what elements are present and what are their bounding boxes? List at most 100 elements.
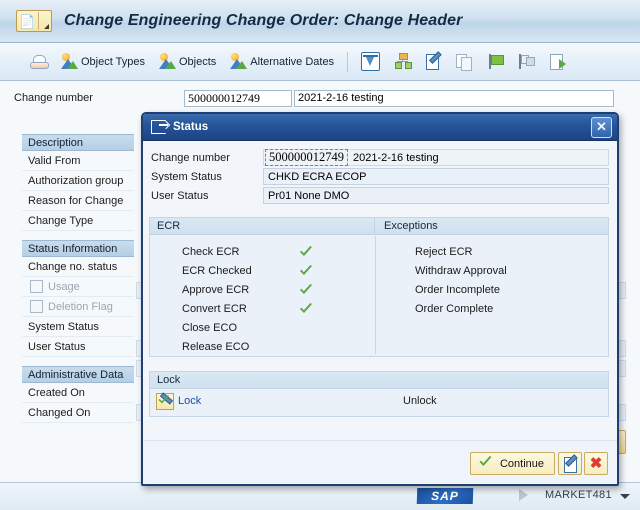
note-edit-icon: [425, 53, 442, 70]
toolbar-button-object-types[interactable]: Object Types: [55, 47, 151, 77]
toolbar-label-object-types: Object Types: [81, 55, 145, 68]
page-title: Change Engineering Change Order: Change …: [64, 12, 463, 29]
toolbar-button-hierarchy[interactable]: [388, 47, 417, 77]
green-flag-icon: [487, 53, 505, 70]
exception-item-reject-ecr[interactable]: Reject ECR: [375, 242, 608, 261]
group-header-exceptions: Exceptions: [384, 220, 438, 232]
toolbar-button-green-flag[interactable]: [481, 47, 510, 77]
window-title-bar: 📄 Change Engineering Change Order: Chang…: [0, 0, 640, 43]
ecr-item-convert-ecr[interactable]: Convert ECR: [150, 299, 375, 318]
hierarchy-icon: [394, 53, 413, 70]
form-label-changed-on: Changed On: [22, 403, 134, 423]
continue-button-label: Continue: [499, 457, 544, 470]
dialog-change-number-field[interactable]: 500000012749 2021-2-16 testing: [263, 149, 609, 166]
toolbar-button-two-flags[interactable]: [512, 47, 541, 77]
status-dialog: Status ✕ Change number 500000012749 2021…: [141, 112, 619, 486]
exception-label: Order Incomplete: [415, 283, 500, 296]
lock-row: Lock Unlock: [150, 389, 608, 413]
document-export-icon: [549, 53, 567, 70]
chevron-down-icon[interactable]: [620, 494, 630, 499]
ecr-item-release-eco[interactable]: Release ECO: [150, 337, 375, 356]
note-edit-icon: [563, 456, 578, 473]
dialog-row-user-status: User Status Pr01 None DMO: [149, 186, 609, 205]
dialog-row-system-status: System Status CHKD ECRA ECOP: [149, 167, 609, 186]
form-label-change-type: Change Type: [22, 211, 134, 231]
lock-checked-icon: [156, 391, 174, 410]
checkbox-icon[interactable]: [30, 300, 43, 313]
dialog-body: Change number 500000012749 2021-2-16 tes…: [143, 141, 617, 484]
toolbar-button-hat[interactable]: [24, 47, 53, 77]
toolbar-button-alternative-dates[interactable]: Alternative Dates: [224, 47, 340, 77]
mountain-sun-icon: [230, 53, 248, 70]
continue-button[interactable]: Continue: [469, 452, 555, 475]
change-number-description: 2021-2-16 testing: [353, 151, 439, 164]
exception-label: Order Complete: [415, 302, 494, 315]
close-icon[interactable]: ✕: [591, 117, 612, 138]
checkbox-icon[interactable]: [30, 280, 43, 293]
status-window-icon: [151, 120, 168, 134]
dialog-label-change-number: Change number: [151, 151, 230, 164]
exception-item-order-incomplete[interactable]: Order Incomplete: [375, 280, 608, 299]
ecr-item-check-ecr[interactable]: Check ECR: [150, 242, 375, 261]
cancel-button[interactable]: ✖: [584, 452, 608, 475]
edit-button[interactable]: [558, 452, 582, 475]
toolbar-button-note-edit[interactable]: [419, 47, 448, 77]
dialog-value-user-status[interactable]: Pr01 None DMO: [263, 187, 609, 204]
filter-icon: [361, 52, 381, 71]
form-checkbox-usage[interactable]: Usage: [22, 277, 134, 297]
exception-item-order-complete[interactable]: Order Complete: [375, 299, 608, 318]
status-system-label: MARKET481: [545, 489, 612, 501]
ecr-exceptions-headers: ECR Exceptions: [150, 218, 608, 235]
toolbar-separator: [347, 51, 349, 72]
hat-icon: [30, 53, 49, 70]
form-label-reason-for-change: Reason for Change: [22, 191, 134, 211]
exception-item-withdraw-approval[interactable]: Withdraw Approval: [375, 261, 608, 280]
change-description-input[interactable]: 2021-2-16 testing: [294, 89, 614, 107]
dialog-value-system-status[interactable]: CHKD ECRA ECOP: [263, 168, 609, 185]
ecr-label: Release ECO: [182, 340, 250, 353]
ecr-label: ECR Checked: [182, 264, 252, 277]
change-number-highlight: 500000012749: [265, 149, 348, 166]
exception-label: Withdraw Approval: [415, 264, 507, 277]
ecr-list: Check ECR ECR Checked Approve ECR Conver…: [150, 235, 375, 356]
ecr-item-approve-ecr[interactable]: Approve ECR: [150, 280, 375, 299]
dialog-title: Status: [173, 121, 209, 133]
status-arrow-icon: [519, 489, 528, 501]
change-number-row: Change number 500000012749 2021-2-16 tes…: [14, 88, 614, 108]
unlock-label[interactable]: Unlock: [403, 395, 437, 407]
system-menu-icon[interactable]: 📄: [16, 10, 52, 32]
mountain-sun-icon: [61, 53, 78, 70]
toolbar-button-copy[interactable]: [450, 47, 479, 77]
form-label-change-no-status: Change no. status: [22, 257, 134, 277]
lock-link[interactable]: Lock: [178, 395, 201, 407]
ecr-label: Close ECO: [182, 321, 238, 334]
ecr-exceptions-groupbox: ECR Exceptions Check ECR ECR Checked App…: [149, 217, 609, 357]
form-label-usage: Usage: [48, 280, 80, 293]
change-number-label: Change number: [14, 92, 93, 104]
exception-label: Reject ECR: [415, 245, 473, 258]
form-label-created-on: Created On: [22, 383, 134, 403]
check-mark-icon: [299, 283, 313, 296]
change-number-input[interactable]: 500000012749: [184, 89, 292, 107]
dialog-label-system-status: System Status: [151, 170, 222, 183]
sap-document-icon: 📄: [19, 13, 36, 29]
group-header-description: Description: [22, 134, 134, 151]
check-mark-icon: [299, 264, 313, 277]
toolbar-button-document-export[interactable]: [543, 47, 572, 77]
toolbar-button-filter[interactable]: [355, 47, 386, 77]
two-flags-icon: [518, 53, 536, 70]
form-checkbox-deletion-flag[interactable]: Deletion Flag: [22, 297, 134, 317]
ecr-item-ecr-checked[interactable]: ECR Checked: [150, 261, 375, 280]
form-label-valid-from: Valid From: [22, 151, 134, 171]
sysicon-divider: [38, 12, 39, 30]
check-mark-icon: [299, 245, 313, 258]
status-bar: [0, 482, 640, 510]
group-header-lock: Lock: [150, 372, 608, 389]
mountain-sun-icon: [159, 53, 176, 70]
ecr-item-close-eco[interactable]: Close ECO: [150, 318, 375, 337]
toolbar-button-objects[interactable]: Objects: [153, 47, 222, 77]
ecr-label: Convert ECR: [182, 302, 247, 315]
dialog-footer: Continue ✖: [143, 440, 617, 484]
